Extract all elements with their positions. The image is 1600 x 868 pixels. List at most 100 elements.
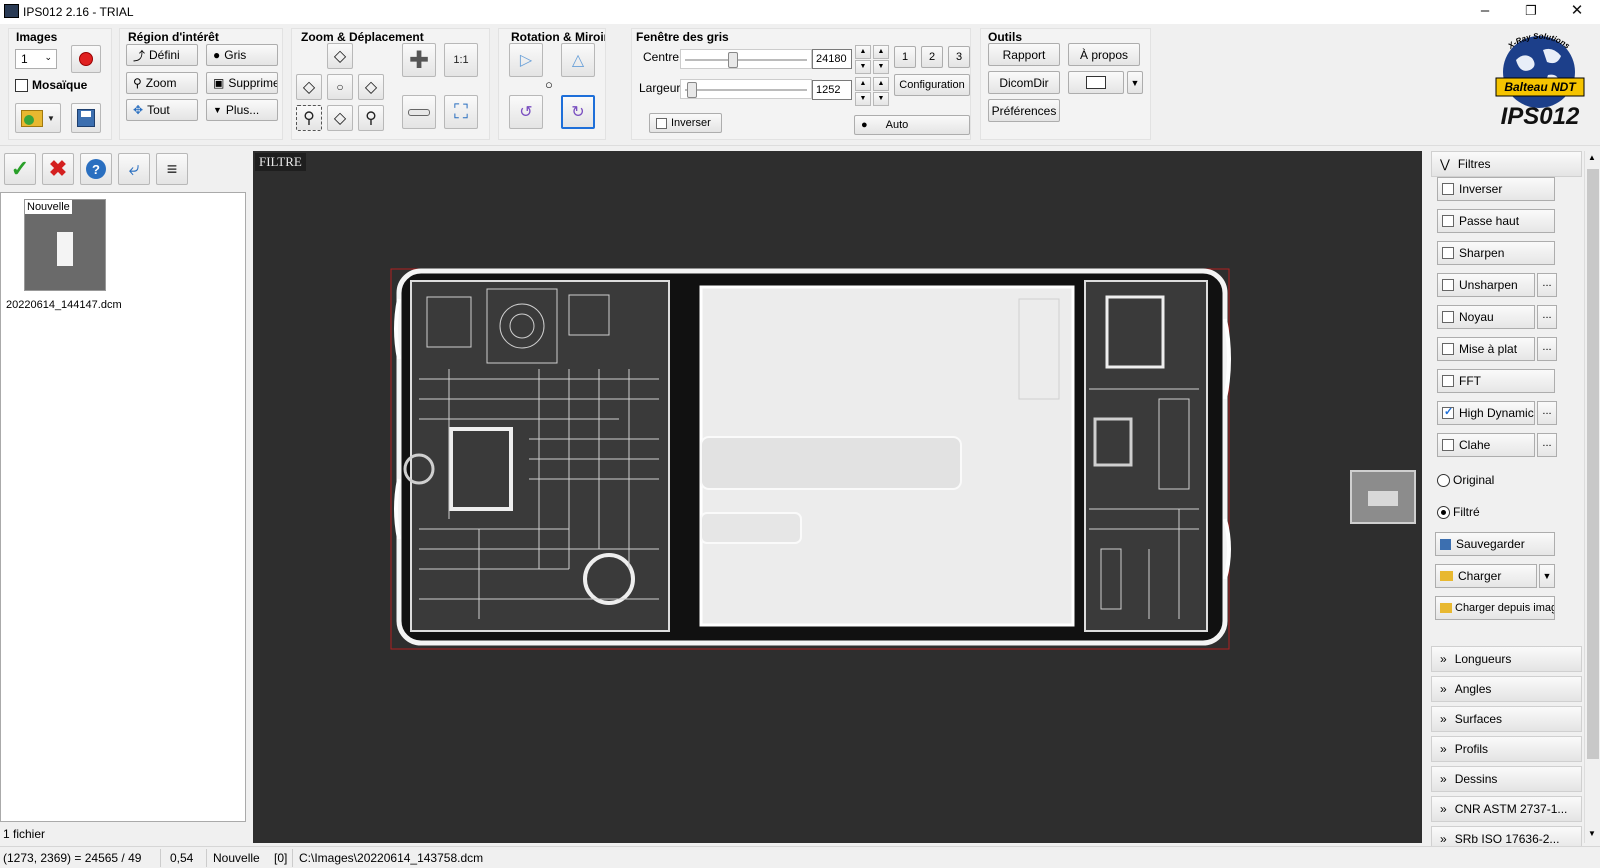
filtre-radio[interactable]: Filtré — [1437, 505, 1480, 519]
preset-2-button[interactable]: 2 — [921, 46, 943, 68]
cancel-button[interactable]: ✖ — [42, 153, 74, 185]
filter-toggle[interactable]: Passe haut — [1437, 209, 1555, 233]
centre-fast-down-button[interactable]: ▼ — [873, 60, 889, 74]
navigator-viewport[interactable] — [1368, 491, 1398, 506]
filter-toggle[interactable]: Inverser — [1437, 177, 1555, 201]
centre-slider-thumb[interactable] — [728, 52, 739, 68]
preset-3-button[interactable]: 3 — [948, 46, 970, 68]
centre-up-button[interactable]: ▲ — [855, 45, 871, 59]
charger-button[interactable]: Charger — [1435, 564, 1537, 588]
sauvegarder-button[interactable]: Sauvegarder — [1435, 532, 1555, 556]
roi-all-button[interactable]: ✥ Tout — [126, 99, 198, 121]
pan-down-button[interactable]: ◇ — [327, 105, 353, 131]
largeur-fast-down-button[interactable]: ▼ — [873, 92, 889, 106]
display-mode-dropdown[interactable]: ▼ — [1127, 71, 1143, 94]
filter-toggle[interactable]: FFT — [1437, 369, 1555, 393]
largeur-up-button[interactable]: ▲ — [855, 77, 871, 91]
zoom-out-button[interactable] — [402, 95, 436, 129]
filter-options-button[interactable]: ... — [1537, 401, 1557, 425]
validate-button[interactable]: ✓ — [4, 153, 36, 185]
largeur-fast-up-button[interactable]: ▲ — [873, 77, 889, 91]
display-mode-button[interactable] — [1068, 71, 1124, 94]
filter-toggle[interactable]: Sharpen — [1437, 241, 1555, 265]
roi-gray-button[interactable]: ● Gris — [206, 44, 278, 66]
roi-zoom-button[interactable]: ⚲ Zoom — [126, 72, 198, 94]
dicomdir-button[interactable]: DicomDir — [988, 71, 1060, 94]
centre-down-button[interactable]: ▼ — [855, 60, 871, 74]
filter-options-button[interactable]: ... — [1537, 433, 1557, 457]
plus-icon: ✚ — [408, 46, 430, 74]
apropos-button[interactable]: À propos — [1068, 43, 1140, 66]
filter-toggle[interactable]: ✓ High Dynamic — [1437, 401, 1535, 425]
navigator-minimap[interactable] — [1350, 470, 1416, 524]
record-button[interactable] — [71, 45, 101, 73]
configuration-button[interactable]: Configuration — [894, 74, 970, 96]
rapport-button[interactable]: Rapport — [988, 43, 1060, 66]
filter-options-button[interactable]: ... — [1537, 305, 1557, 329]
restore-icon[interactable]: ❐ — [1508, 0, 1554, 24]
centre-fast-up-button[interactable]: ▲ — [873, 45, 889, 59]
filter-options-button[interactable]: ... — [1537, 337, 1557, 361]
zoom-in-button[interactable]: ✚ — [402, 43, 436, 77]
largeur-slider-thumb[interactable] — [687, 82, 698, 98]
scrollbar-thumb[interactable] — [1587, 169, 1599, 759]
preset-1-button[interactable]: 1 — [894, 46, 916, 68]
measurement-section-header[interactable]: » Profils — [1431, 736, 1582, 762]
largeur-value-field[interactable]: 1252 — [812, 80, 852, 100]
filters-scrollbar[interactable]: ▲ ▼ — [1584, 151, 1600, 843]
preferences-button[interactable]: Préférences — [988, 99, 1060, 122]
filter-toggle[interactable]: Clahe — [1437, 433, 1535, 457]
fit-screen-button[interactable]: ⛶ — [444, 95, 478, 129]
mirror-horizontal-button[interactable]: ▷ — [509, 43, 543, 77]
scroll-up-icon[interactable]: ▲ — [1588, 153, 1596, 162]
measurement-section-header[interactable]: » Surfaces — [1431, 706, 1582, 732]
lines-icon: ≡ — [166, 158, 178, 179]
centre-slider[interactable] — [680, 49, 812, 69]
help-button[interactable]: ? — [80, 153, 112, 185]
largeur-slider[interactable] — [680, 79, 812, 99]
measurement-section-header[interactable]: » Longueurs — [1431, 646, 1582, 672]
minimize-icon[interactable]: – — [1462, 0, 1508, 24]
mosaique-checkbox[interactable] — [15, 79, 28, 92]
pan-up-button[interactable]: ◇ — [327, 43, 353, 69]
pan-center-button[interactable]: ○ — [327, 74, 353, 100]
thumbnail-item[interactable]: Nouvelle — [24, 199, 106, 291]
filter-toggle[interactable]: Mise à plat — [1437, 337, 1535, 361]
original-radio[interactable]: Original — [1437, 473, 1494, 487]
rotate-right-button[interactable]: ↻ — [561, 95, 595, 129]
image-count-select[interactable]: 1 ⌄ — [15, 49, 57, 69]
roi-define-button[interactable]: ⤴ Défini — [126, 44, 198, 66]
list-view-button[interactable]: ≡ — [156, 153, 188, 185]
scroll-down-icon[interactable]: ▼ — [1588, 829, 1596, 838]
open-folder-button[interactable]: ▼ — [15, 103, 61, 133]
filter-toggle[interactable]: Unsharpen — [1437, 273, 1535, 297]
charger-dropdown[interactable]: ▼ — [1539, 564, 1555, 588]
pan-left-button[interactable]: ◇ — [296, 74, 322, 100]
charger-depuis-image-button[interactable]: Charger depuis image — [1435, 596, 1555, 620]
save-button[interactable] — [71, 103, 101, 133]
rotate-left-button[interactable]: ↺ — [509, 95, 543, 129]
largeur-down-button[interactable]: ▼ — [855, 92, 871, 106]
measurement-section-header[interactable]: » CNR ASTM 2737-1... — [1431, 796, 1582, 822]
people-icon: ● — [861, 119, 868, 131]
filter-label: Passe haut — [1459, 214, 1520, 228]
undo-button[interactable]: ⤶ — [118, 153, 150, 185]
mirror-vertical-button[interactable]: △ — [561, 43, 595, 77]
centre-value-field[interactable]: 24180 — [812, 49, 852, 69]
zoom-1-1-button[interactable]: 1:1 — [444, 43, 478, 77]
roi-delete-button[interactable]: ▣ Supprime — [206, 72, 278, 94]
zoom-tool-button[interactable]: ⚲ — [358, 105, 384, 131]
roi-more-button[interactable]: ▼ Plus... — [206, 99, 278, 121]
image-viewer[interactable]: FILTRE — [253, 151, 1422, 843]
thumbnail-badge: Nouvelle — [25, 200, 72, 214]
filters-section-header[interactable]: ⋁ Filtres — [1431, 151, 1582, 177]
measurement-section-header[interactable]: » Angles — [1431, 676, 1582, 702]
inverser-toggle[interactable]: Inverser — [649, 113, 722, 133]
filter-options-button[interactable]: ... — [1537, 273, 1557, 297]
measurement-section-header[interactable]: » Dessins — [1431, 766, 1582, 792]
filter-toggle[interactable]: Noyau — [1437, 305, 1535, 329]
zoom-region-button[interactable]: ⚲ — [296, 105, 322, 131]
pan-right-button[interactable]: ◇ — [358, 74, 384, 100]
close-icon[interactable]: ✕ — [1554, 0, 1600, 24]
auto-button[interactable]: ● Auto — [854, 115, 970, 135]
